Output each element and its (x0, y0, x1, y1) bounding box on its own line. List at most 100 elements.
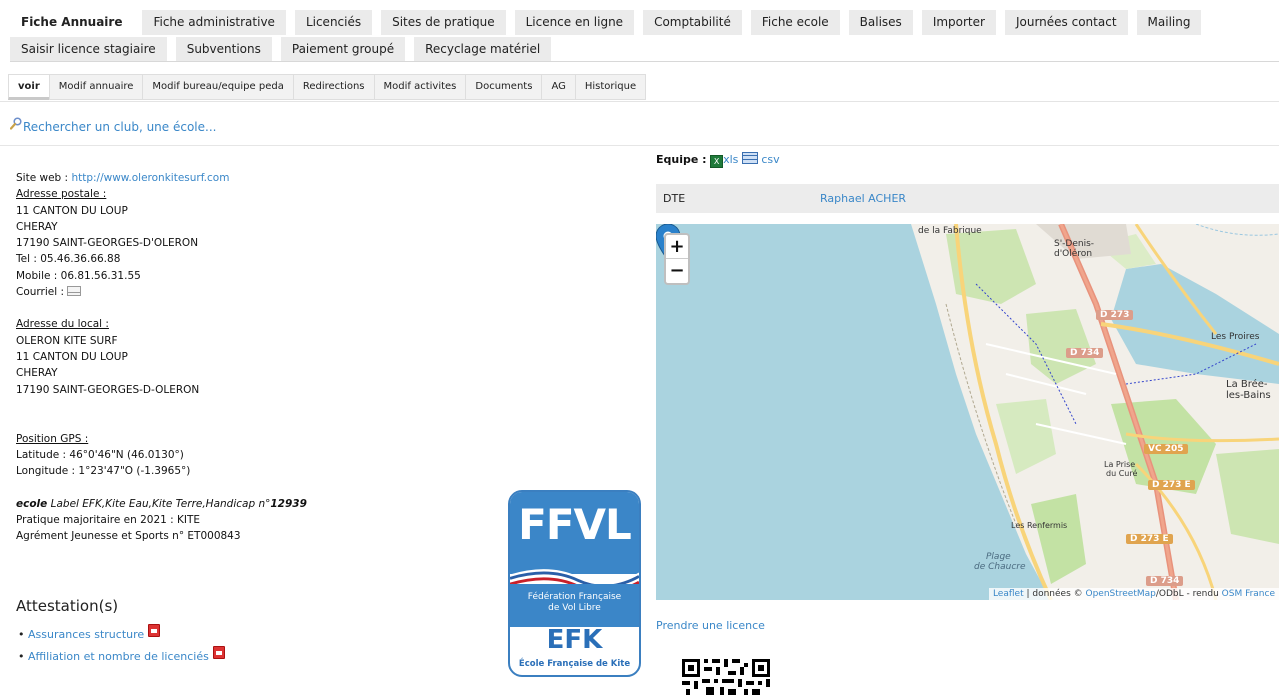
assurances-link[interactable]: Assurances structure (28, 628, 144, 641)
map-label: Les Renfermis (1011, 521, 1068, 530)
logo-federation-line-2: de Vol Libre (548, 603, 601, 613)
tab-saisir-licence-stagiaire[interactable]: Saisir licence stagiaire (10, 37, 167, 62)
main-nav-row-1: Fiche Annuaire Fiche administrative Lice… (10, 10, 1279, 35)
local-line-1: OLERON KITE SURF (16, 334, 118, 347)
local-line-3: CHERAY (16, 367, 58, 380)
map-label: du Curé (1106, 469, 1138, 478)
map-label: Les Proires (1211, 332, 1260, 342)
pratique-line: Pratique majoritaire en 2021 : KITE (16, 514, 201, 527)
road-label: D 734 (1146, 576, 1184, 586)
map-label: les-Bains (1226, 390, 1271, 401)
equipe-header: Equipe : Xxls csv (656, 152, 780, 168)
subtab-modif-annuaire[interactable]: Modif annuaire (48, 74, 144, 100)
subtab-voir[interactable]: voir (8, 74, 50, 100)
osm-france-link[interactable]: OSM France (1222, 589, 1275, 599)
zoom-out-button[interactable]: − (666, 259, 688, 283)
agrement-line: Agrément Jeunesse et Sports n° ET000843 (16, 530, 241, 543)
club-info: Site web : http://www.oleronkitesurf.com… (16, 170, 307, 545)
envelope-icon[interactable] (67, 286, 82, 297)
postal-line-2: CHERAY (16, 220, 58, 233)
nav-divider (10, 61, 1279, 62)
magnifier-icon (9, 117, 22, 134)
main-nav: Fiche Annuaire Fiche administrative Lice… (10, 10, 1279, 62)
logo-ffvl-text: FFVL (518, 500, 632, 549)
pdf-icon[interactable] (212, 646, 225, 659)
gps-longitude: Longitude : 1°23'47"O (-1.3965°) (16, 465, 191, 478)
logo-efk-text: EFK (546, 625, 603, 655)
ecole-line: ecole Label EFK,Kite Eau,Kite Terre,Hand… (16, 496, 307, 512)
prendre-licence-link[interactable]: Prendre une licence (656, 619, 765, 632)
location-map[interactable]: de la Fabrique S'-Denis- d'Oléron Les Pr… (656, 224, 1279, 600)
road-label: D 273 E (1126, 534, 1173, 544)
postal-address-title: Adresse postale : (16, 188, 107, 201)
map-label: La Brée- (1226, 379, 1268, 390)
road-label: D 734 (1066, 348, 1104, 358)
team-row: DTE Raphael ACHER (656, 184, 1279, 213)
tab-mailing[interactable]: Mailing (1136, 10, 1202, 35)
osm-link[interactable]: OpenStreetMap (1085, 589, 1155, 599)
tab-licence-en-ligne[interactable]: Licence en ligne (514, 10, 635, 35)
road-label: D 273 (1096, 310, 1134, 320)
zoom-in-button[interactable]: + (666, 235, 688, 259)
map-label: de Chaucre (974, 562, 1026, 572)
search-label[interactable]: Rechercher un club, une école... (23, 120, 216, 134)
sub-nav: voir Modif annuaire Modif bureau/equipe … (8, 74, 647, 100)
tab-balises[interactable]: Balises (848, 10, 913, 35)
csv-table-icon[interactable] (741, 152, 758, 164)
logo-efk-subtitle: École Française de Kite (518, 659, 631, 669)
logo-federation: Fédération Française de Vol Libre (510, 584, 639, 627)
gps-latitude: Latitude : 46°0'46"N (46.0130°) (16, 449, 184, 462)
map-label: La Prise (1104, 460, 1136, 469)
leaflet-link[interactable]: Leaflet (993, 589, 1024, 599)
gps-title: Position GPS : (16, 432, 89, 445)
map-attribution: Leaflet | données © OpenStreetMap/ODbL -… (988, 588, 1279, 600)
tab-recyclage-materiel[interactable]: Recyclage matériel (414, 37, 552, 62)
tab-paiement-groupe[interactable]: Paiement groupé (280, 37, 406, 62)
pdf-icon[interactable] (148, 624, 161, 637)
tab-importer[interactable]: Importer (921, 10, 996, 35)
site-web-line: Site web : http://www.oleronkitesurf.com (16, 170, 307, 186)
site-web-link[interactable]: http://www.oleronkitesurf.com (71, 172, 229, 184)
subtab-modif-activites[interactable]: Modif activites (373, 74, 467, 100)
search-link[interactable]: Rechercher un club, une école... (9, 117, 216, 134)
qr-code-icon (680, 655, 772, 695)
subtab-historique[interactable]: Historique (574, 74, 647, 100)
content-divider (0, 145, 1279, 146)
subtab-redirections[interactable]: Redirections (292, 74, 375, 100)
tab-fiche-annuaire[interactable]: Fiche Annuaire (10, 10, 134, 35)
map-zoom-control: + − (664, 233, 690, 285)
email-label: Courriel : (16, 286, 68, 299)
postal-line-1: 11 CANTON DU LOUP (16, 204, 128, 217)
tel-line: Tel : 05.46.36.66.88 (16, 253, 121, 266)
local-line-4: 17190 SAINT-GEORGES-D-OLERON (16, 383, 200, 396)
tab-sites-de-pratique[interactable]: Sites de pratique (381, 10, 506, 35)
tab-licencies[interactable]: Licenciés (294, 10, 373, 35)
ffvl-efk-logo: FFVL Fédération Française de Vol Libre E… (508, 490, 641, 677)
attribution-text: | données © (1023, 589, 1086, 599)
site-web-label: Site web : (16, 172, 72, 184)
tab-journees-contact[interactable]: Journées contact (1004, 10, 1128, 35)
excel-icon[interactable]: X (710, 155, 724, 168)
tab-comptabilite[interactable]: Comptabilité (643, 10, 742, 35)
subtab-ag[interactable]: AG (541, 74, 576, 100)
attestation-list: • Assurances structure • Affiliation et … (18, 624, 225, 668)
csv-link[interactable]: csv (761, 153, 779, 166)
map-label: de la Fabrique (918, 226, 982, 236)
ecole-prefix: ecole (16, 497, 48, 510)
team-role: DTE (663, 192, 686, 205)
map-tiles (911, 224, 1279, 600)
subtab-modif-bureau[interactable]: Modif bureau/equipe peda (142, 74, 294, 100)
map-label: Plage (986, 552, 1011, 562)
tab-fiche-administrative[interactable]: Fiche administrative (142, 10, 286, 35)
equipe-label: Equipe : (656, 153, 707, 166)
tab-fiche-ecole[interactable]: Fiche ecole (750, 10, 840, 35)
team-member-link[interactable]: Raphael ACHER (820, 192, 906, 205)
tab-subventions[interactable]: Subventions (175, 37, 272, 62)
xls-link[interactable]: xls (723, 153, 738, 166)
local-line-2: 11 CANTON DU LOUP (16, 350, 128, 363)
attestation-item: • Affiliation et nombre de licenciés (18, 646, 225, 668)
postal-line-3: 17190 SAINT-GEORGES-D'OLERON (16, 237, 199, 250)
email-line: Courriel : (16, 284, 307, 300)
subtab-documents[interactable]: Documents (465, 74, 543, 100)
affiliation-link[interactable]: Affiliation et nombre de licenciés (28, 650, 209, 663)
